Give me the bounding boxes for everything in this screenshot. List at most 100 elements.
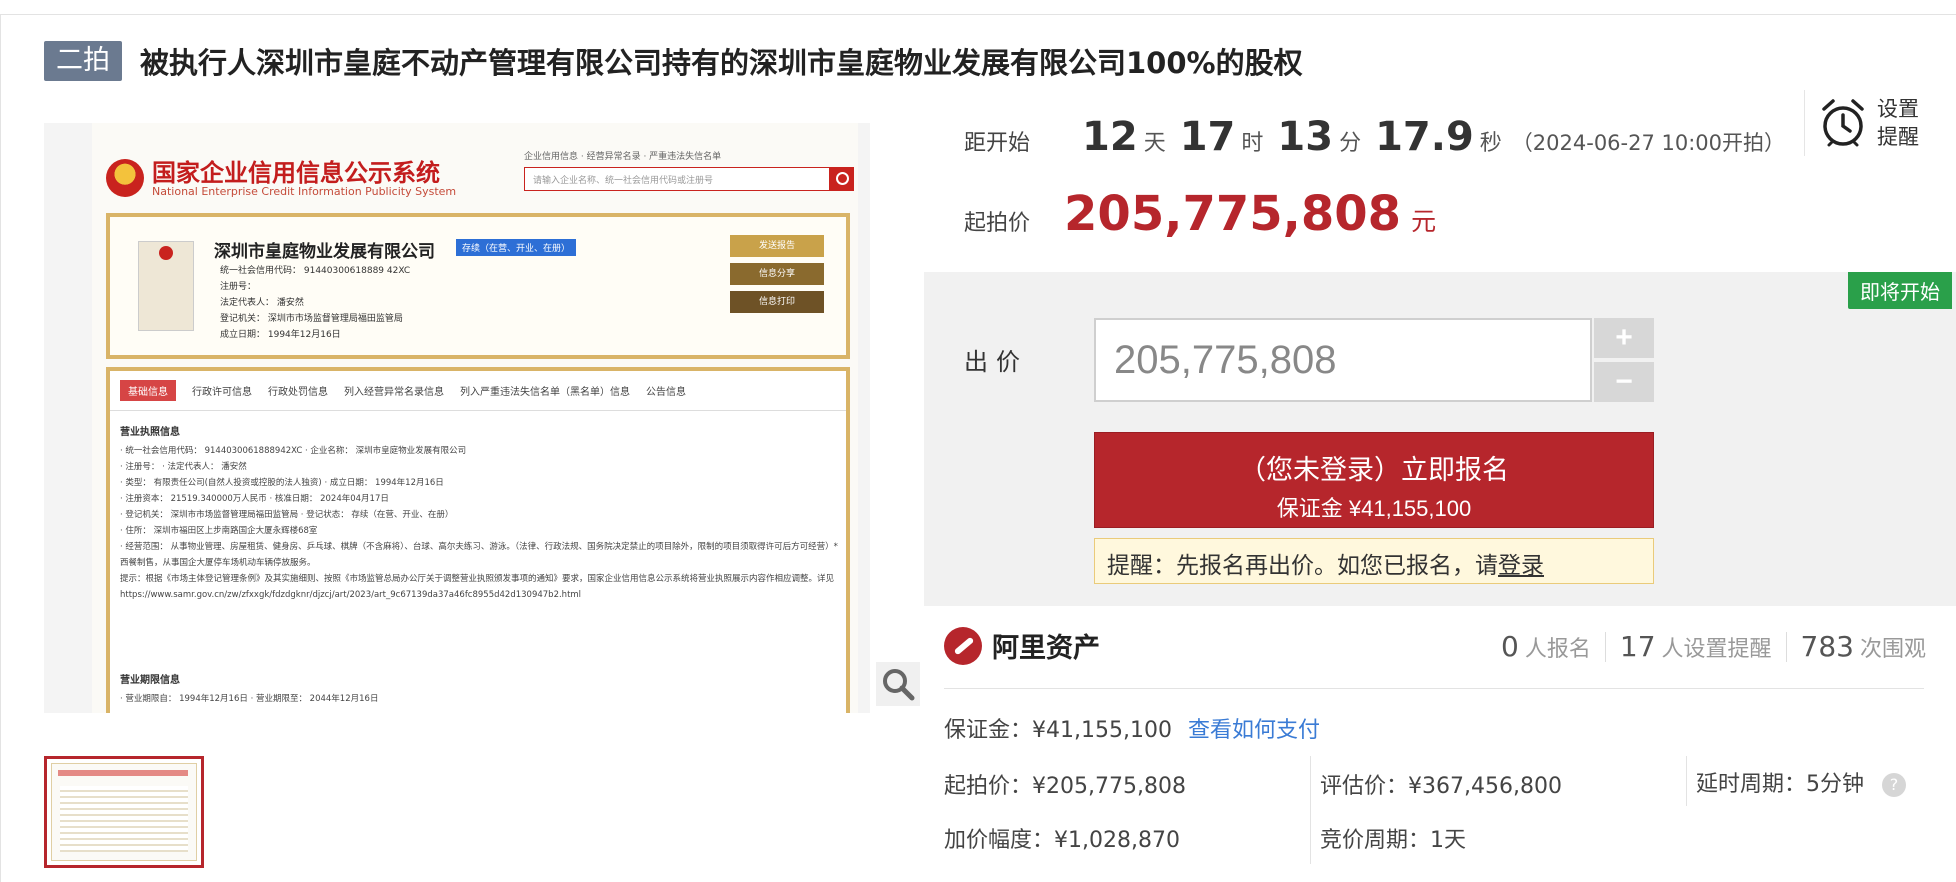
- doc-text-line: · 登记机关： 深圳市市场监督管理局福田监管局 · 登记状态： 存续（在营、开业…: [120, 510, 454, 520]
- view-count: 783: [1800, 630, 1854, 663]
- signup-deposit-label: 保证金 ¥41,155,100: [1276, 495, 1472, 521]
- main-image[interactable]: 国家企业信用信息公示系统 National Enterprise Credit …: [44, 123, 870, 713]
- countdown-minutes-unit: 分: [1339, 131, 1362, 156]
- reminder-text: 设置 提醒: [1877, 95, 1919, 151]
- doc-text-line: 提示：根据《市场主体登记管理条例》及其实施细则、按照《市场监管总局办公厅关于调整…: [120, 574, 835, 600]
- doc-header: 国家企业信用信息公示系统 National Enterprise Credit …: [92, 137, 858, 207]
- doc-site-subtitle: National Enterprise Credit Information P…: [152, 185, 457, 198]
- title-row: 二拍 被执行人深圳市皇庭不动产管理有限公司持有的深圳市皇庭物业发展有限公司100…: [44, 40, 1303, 82]
- doc-site-title: 国家企业信用信息公示系统: [152, 158, 440, 187]
- document-image: 国家企业信用信息公示系统 National Enterprise Credit …: [92, 123, 858, 713]
- doc-company-status: 存续（在营、开业、在册）: [456, 239, 577, 256]
- doc-tab: 行政许可信息: [192, 387, 252, 398]
- countdown-hours-unit: 时: [1241, 131, 1264, 156]
- doc-company-line: 统一社会信用代码： 91440300618889 42XC: [220, 266, 411, 276]
- doc-tab: 列入严重违法失信名单（黑名单）信息: [460, 387, 630, 398]
- national-emblem-icon: [106, 159, 144, 197]
- doc-tab: 行政处罚信息: [268, 387, 328, 398]
- start-price-info: 起拍价：¥205,775,808: [944, 774, 1186, 799]
- increment-info: 加价幅度：¥1,028,870: [944, 828, 1180, 853]
- countdown-days: 12: [1082, 114, 1138, 160]
- increase-bid-button[interactable]: +: [1594, 318, 1654, 358]
- reminder-line: 设置: [1877, 97, 1919, 121]
- start-price-value: 205,775,808: [1064, 186, 1402, 242]
- status-badge: 即将开始: [1848, 272, 1952, 309]
- doc-text-line: · 注册资本： 21519.340000万人民币 · 核准日期： 2024年04…: [120, 494, 389, 504]
- tip-text: 提醒：先报名再出价。如您已报名，请: [1107, 553, 1498, 579]
- reminder-count: 17: [1619, 630, 1656, 663]
- appraisal-info: 评估价：¥367,456,800: [1320, 774, 1562, 799]
- doc-section-title: 营业执照信息: [120, 427, 180, 438]
- countdown-label: 距开始: [964, 131, 1031, 156]
- set-reminder-button[interactable]: 设置 提醒: [1804, 90, 1956, 156]
- countdown-minutes: 13: [1277, 114, 1334, 160]
- doc-info-panel: 基础信息 行政许可信息 行政处罚信息 列入经营异常名录信息 列入严重违法失信名单…: [106, 367, 850, 713]
- doc-section-title: 营业期限信息: [120, 675, 180, 686]
- help-icon[interactable]: ?: [1882, 773, 1906, 797]
- reminder-line: 提醒: [1877, 125, 1919, 149]
- doc-tabs: 基础信息 行政许可信息 行政处罚信息 列入经营异常名录信息 列入严重违法失信名单…: [110, 371, 846, 411]
- license-icon: [138, 241, 194, 331]
- login-tip: 提醒：先报名再出价。如您已报名，请登录: [1094, 538, 1654, 584]
- bid-label: 出价: [964, 348, 1028, 376]
- view-count-label: 次围观: [1859, 637, 1926, 662]
- doc-search-links: 企业信用信息 · 经营异常名录 · 严重违法失信名单: [524, 152, 722, 162]
- start-time: （2024-06-27 10:00开拍）: [1511, 131, 1786, 155]
- alarm-clock-icon: [1822, 99, 1864, 147]
- doc-text-line: · 经营范围： 从事物业管理、房屋租赁、健身房、乒乓球、棋牌（不含麻将）、台球、…: [120, 542, 838, 568]
- signup-count-label: 人报名: [1524, 637, 1591, 662]
- thumbnail-preview: [51, 763, 197, 861]
- signup-main-label: （您未登录）立即报名: [1239, 454, 1509, 485]
- magnifier-icon: [883, 669, 915, 701]
- ali-assets-logo-icon: [944, 626, 982, 665]
- stats-divider: [1604, 631, 1606, 662]
- delay-period-text: 延时周期：5分钟: [1696, 772, 1864, 797]
- doc-text-line: · 类型： 有限责任公司(自然人投资或控股的法人独资) · 成立日期： 1994…: [120, 478, 444, 488]
- deposit-text: 保证金：¥41,155,100: [944, 718, 1172, 743]
- reminder-count-label: 人设置提醒: [1661, 637, 1772, 662]
- doc-gold-button: 信息打印: [730, 291, 824, 313]
- stats-divider: [1785, 631, 1787, 662]
- round-tag: 二拍: [44, 41, 122, 81]
- doc-tab: 公告信息: [646, 387, 686, 398]
- start-price-label: 起拍价: [964, 211, 1031, 236]
- doc-company-card: 深圳市皇庭物业发展有限公司 存续（在营、开业、在册） 统一社会信用代码： 914…: [106, 213, 850, 359]
- info-divider: [1686, 756, 1687, 806]
- bid-amount-input[interactable]: [1094, 318, 1592, 402]
- delay-period-info: 延时周期：5分钟?: [1696, 766, 1906, 798]
- zoom-button[interactable]: [876, 662, 920, 706]
- doc-gold-button: 发送报告: [730, 235, 824, 257]
- brand: 阿里资产: [944, 626, 1100, 665]
- countdown-days-unit: 天: [1143, 131, 1166, 156]
- doc-text-line: · 统一社会信用代码： 9144030061888942XC · 企业名称： 深…: [120, 446, 467, 456]
- doc-text-line: · 注册号： · 法定代表人： 潘安然: [120, 462, 247, 472]
- decrease-bid-button[interactable]: −: [1594, 362, 1654, 402]
- doc-company-line: 法定代表人： 潘安然: [220, 298, 304, 308]
- signup-count: 0: [1501, 630, 1519, 663]
- doc-search-box: 请输入企业名称、统一社会信用代码或注册号: [524, 167, 830, 191]
- brand-name: 阿里资产: [992, 633, 1100, 664]
- signup-button[interactable]: （您未登录）立即报名 保证金 ¥41,155,100: [1094, 432, 1654, 528]
- countdown-seconds-unit: 秒: [1479, 131, 1502, 156]
- doc-tab: 基础信息: [120, 380, 176, 401]
- doc-company-lines: 统一社会信用代码： 91440300618889 42XC 注册号： 法定代表人…: [220, 263, 410, 343]
- start-price-row: 起拍价 205,775,808 元: [964, 186, 1436, 242]
- start-price-unit: 元: [1411, 207, 1437, 236]
- countdown-hours: 17: [1179, 114, 1236, 160]
- image-thumbnail[interactable]: [44, 756, 204, 868]
- doc-company-line: 登记机关： 深圳市市场监督管理局福田监管局: [220, 314, 403, 324]
- doc-search-icon: [830, 167, 854, 191]
- doc-text-line: · 营业期限自： 1994年12月16日 · 营业期限至： 2044年12月16…: [120, 694, 379, 704]
- doc-company-line: 注册号：: [220, 282, 257, 292]
- auction-stats: 0 人报名 17 人设置提醒 783 次围观: [1501, 630, 1926, 663]
- doc-text-line: · 住所： 深圳市福田区上步南路国企大厦永辉楼68室: [120, 526, 318, 536]
- doc-section-text: · 统一社会信用代码： 9144030061888942XC · 企业名称： 深…: [120, 443, 840, 603]
- doc-company-line: 成立日期： 1994年12月16日: [220, 330, 341, 340]
- doc-tab: 列入经营异常名录信息: [344, 387, 444, 398]
- how-to-pay-link[interactable]: 查看如何支付: [1188, 718, 1320, 743]
- stats-divider-line: [944, 688, 1924, 689]
- login-link[interactable]: 登录: [1498, 553, 1544, 579]
- bid-period-info: 竞价周期：1天: [1320, 828, 1466, 853]
- doc-company-name: 深圳市皇庭物业发展有限公司: [214, 242, 435, 262]
- bid-box: 即将开始 出价 + − （您未登录）立即报名 保证金 ¥41,155,100 提…: [924, 272, 1956, 606]
